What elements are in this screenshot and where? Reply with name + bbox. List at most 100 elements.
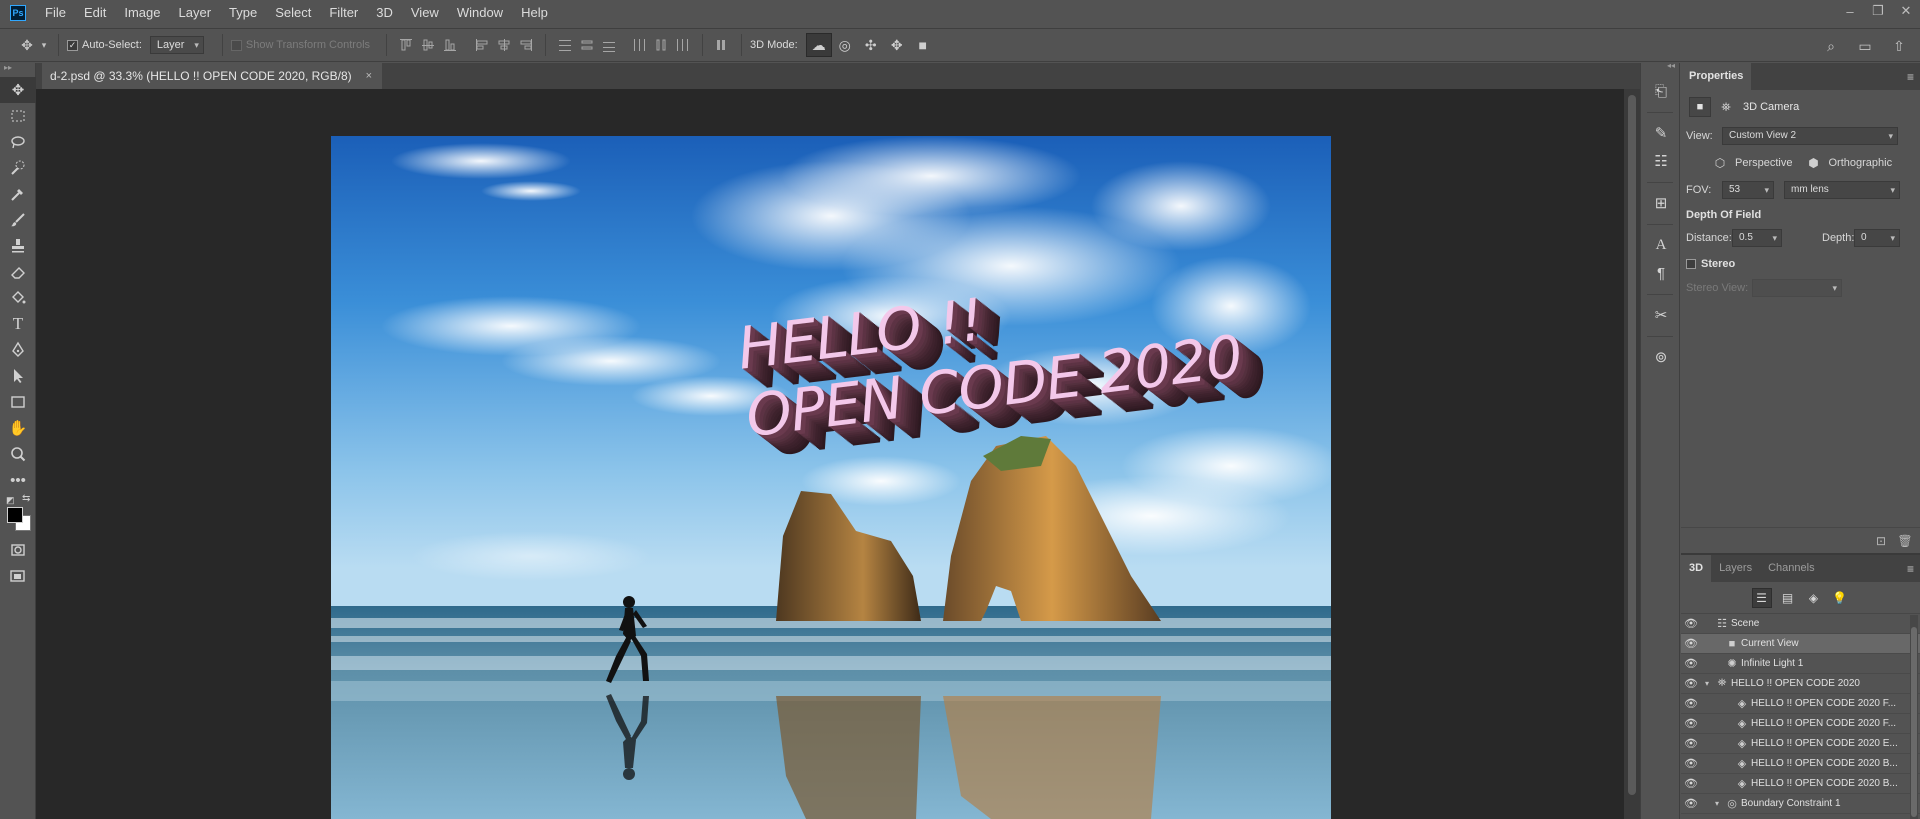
hand-tool-icon[interactable]: ✋ <box>0 415 36 441</box>
canvas-vertical-scrollbar[interactable] <box>1624 89 1640 819</box>
tab-3d[interactable]: 3D <box>1681 555 1712 582</box>
align-hcenter-icon[interactable] <box>493 34 515 56</box>
zoom-tool-icon[interactable] <box>0 441 36 467</box>
perspective-icon[interactable]: ⬡ <box>1711 154 1729 172</box>
foreground-color-swatch[interactable] <box>7 507 23 523</box>
align-bottom-icon[interactable] <box>439 34 461 56</box>
marquee-tool-icon[interactable] <box>0 103 36 129</box>
preset-dropdown-icon[interactable]: ▾ <box>38 34 50 56</box>
brush-tool-icon[interactable] <box>0 207 36 233</box>
menu-view[interactable]: View <box>402 0 448 26</box>
eyedropper-tool-icon[interactable] <box>0 181 36 207</box>
tool-presets-icon[interactable]: ✂ <box>1641 301 1681 329</box>
minimize-button[interactable]: ‒ <box>1836 0 1864 22</box>
expand-panels-icon[interactable]: ◂◂ <box>1667 61 1675 70</box>
menu-image[interactable]: Image <box>115 0 169 26</box>
more-tools-icon[interactable]: ••• <box>0 467 36 493</box>
libraries-icon[interactable]: ⊚ <box>1641 343 1681 371</box>
render-icon[interactable]: ⊡ <box>1872 532 1890 550</box>
distribute-hcenter-icon[interactable] <box>650 34 672 56</box>
visibility-eye-icon[interactable]: 👁 <box>1681 777 1701 790</box>
visibility-eye-icon[interactable]: 👁 <box>1681 657 1701 670</box>
panel-menu-icon[interactable]: ≡ <box>1907 562 1914 576</box>
lasso-tool-icon[interactable] <box>0 129 36 155</box>
orthographic-label[interactable]: Orthographic <box>1828 157 1892 169</box>
menu-window[interactable]: Window <box>448 0 512 26</box>
quick-mask-icon[interactable] <box>0 537 36 563</box>
search-icon[interactable]: ⌕ <box>1820 35 1842 57</box>
menu-help[interactable]: Help <box>512 0 557 26</box>
collapse-toolbar-icon[interactable]: ▸▸ <box>0 63 35 77</box>
orbit-3d-camera-icon[interactable]: ☁ <box>805 33 832 57</box>
scene-tree-row[interactable]: 👁 ◈ HELLO !! OPEN CODE 2020 F... <box>1681 714 1920 734</box>
align-vcenter-icon[interactable] <box>417 34 439 56</box>
auto-select-checkbox[interactable]: ✓ <box>67 39 78 51</box>
perspective-label[interactable]: Perspective <box>1735 157 1792 169</box>
close-document-icon[interactable]: × <box>366 70 372 82</box>
scene-tree-row[interactable]: 👁 ◈ HELLO !! OPEN CODE 2020 B... <box>1681 774 1920 794</box>
distribute-left-icon[interactable] <box>628 34 650 56</box>
brush-settings-icon[interactable]: ✎ <box>1641 119 1681 147</box>
delete-icon[interactable]: 🗑 <box>1896 532 1914 550</box>
close-button[interactable]: ✕ <box>1892 0 1920 22</box>
visibility-eye-icon[interactable]: 👁 <box>1681 717 1701 730</box>
tab-channels[interactable]: Channels <box>1760 555 1822 582</box>
scene-tree-scrollbar[interactable] <box>1910 615 1918 819</box>
quick-selection-tool-icon[interactable] <box>0 155 36 181</box>
paragraph-panel-icon[interactable]: ¶ <box>1641 259 1681 287</box>
menu-edit[interactable]: Edit <box>75 0 115 26</box>
scene-tree-row[interactable]: 👁 ■ Current View <box>1681 634 1920 654</box>
visibility-eye-icon[interactable]: 👁 <box>1681 797 1701 810</box>
scene-tree-row[interactable]: 👁 ▾ ⛯ HELLO !! OPEN CODE 2020 <box>1681 674 1920 694</box>
visibility-eye-icon[interactable]: 👁 <box>1681 697 1701 710</box>
menu-file[interactable]: File <box>36 0 75 26</box>
align-top-icon[interactable] <box>395 34 417 56</box>
share-icon[interactable]: ⇧ <box>1888 35 1910 57</box>
scene-tree-row[interactable]: 👁 ☷ Scene <box>1681 614 1920 634</box>
depth-input[interactable]: 0 <box>1854 229 1900 247</box>
move-tool-icon[interactable]: ✥ <box>0 77 36 103</box>
visibility-eye-icon[interactable]: 👁 <box>1681 677 1701 690</box>
rectangle-tool-icon[interactable] <box>0 389 36 415</box>
expand-toggle-icon[interactable]: ▾ <box>1711 799 1723 808</box>
visibility-eye-icon[interactable]: 👁 <box>1681 617 1701 630</box>
slide-3d-camera-icon[interactable]: ✥ <box>884 33 910 57</box>
clone-source-icon[interactable]: ⊞ <box>1641 189 1681 217</box>
tab-properties[interactable]: Properties <box>1681 63 1752 90</box>
tab-layers[interactable]: Layers <box>1711 555 1760 582</box>
fov-unit-select[interactable]: mm lens <box>1784 181 1900 199</box>
auto-select-target-select[interactable]: Layer <box>149 36 204 54</box>
view-select[interactable]: Custom View 2 <box>1722 127 1898 145</box>
menu-layer[interactable]: Layer <box>170 0 221 26</box>
menu-select[interactable]: Select <box>266 0 320 26</box>
scrollbar-thumb[interactable] <box>1911 627 1917 817</box>
adjustments-icon[interactable]: ☷ <box>1641 147 1681 175</box>
character-panel-icon[interactable]: A <box>1641 231 1681 259</box>
scrollbar-thumb[interactable] <box>1628 95 1636 795</box>
document-image[interactable] <box>331 136 1331 819</box>
swap-colors-icon[interactable]: ⇆ <box>22 493 30 504</box>
path-selection-tool-icon[interactable] <box>0 363 36 389</box>
stereo-view-select[interactable] <box>1752 279 1842 297</box>
move-tool-preset-icon[interactable]: ✥ <box>16 34 38 56</box>
zoom-3d-camera-icon[interactable]: ■ <box>910 33 936 57</box>
expand-toggle-icon[interactable]: ▾ <box>1701 679 1713 688</box>
menu-3d[interactable]: 3D <box>367 0 402 26</box>
screen-mode-icon[interactable] <box>0 563 36 589</box>
pen-tool-icon[interactable] <box>0 337 36 363</box>
scene-tree-row[interactable]: 👁 ▾ ◎ Boundary Constraint 1 <box>1681 794 1920 814</box>
visibility-eye-icon[interactable]: 👁 <box>1681 637 1701 650</box>
eraser-tool-icon[interactable] <box>0 259 36 285</box>
stamp-tool-icon[interactable] <box>0 233 36 259</box>
environment-icon[interactable]: ⛯ <box>1717 98 1735 116</box>
restore-button[interactable]: ❐ <box>1864 0 1892 22</box>
scene-tree-row[interactable]: 👁 ✺ Infinite Light 1 <box>1681 654 1920 674</box>
camera-icon[interactable]: ■ <box>1689 97 1711 117</box>
meshes-filter-icon[interactable]: ▤ <box>1778 588 1798 608</box>
lights-filter-icon[interactable]: 💡 <box>1830 588 1850 608</box>
workspace-icon[interactable]: ▭ <box>1854 35 1876 57</box>
scene-tree-row[interactable]: 👁 ◈ HELLO !! OPEN CODE 2020 F... <box>1681 694 1920 714</box>
document-tab[interactable]: d-2.psd @ 33.3% (HELLO !! OPEN CODE 2020… <box>42 63 383 89</box>
show-transform-checkbox[interactable] <box>230 39 242 51</box>
history-panel-icon[interactable]: ⎗ <box>1641 77 1681 105</box>
